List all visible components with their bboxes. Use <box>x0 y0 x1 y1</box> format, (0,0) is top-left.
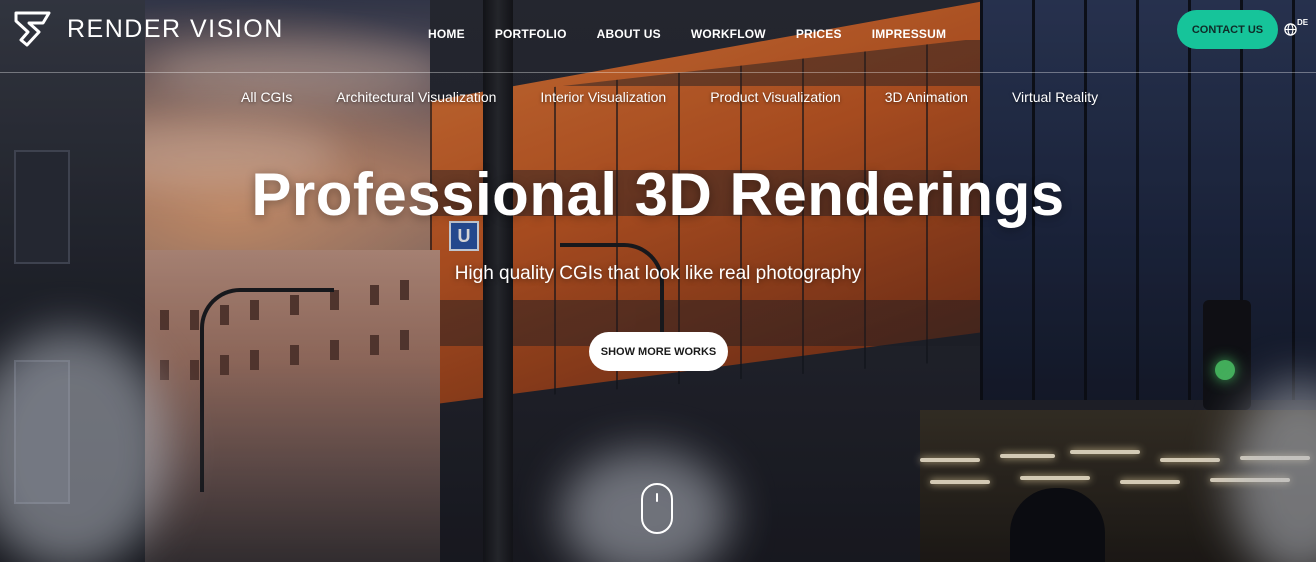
category-nav: All CGIs Architectural Visualization Int… <box>241 89 1142 105</box>
render-vision-logo-icon <box>14 11 51 47</box>
top-bar: RENDER VISION HOME PORTFOLIO ABOUT US WO… <box>0 0 1316 73</box>
brand-name: RENDER VISION <box>67 14 284 43</box>
category-interior-visualization[interactable]: Interior Visualization <box>540 89 666 105</box>
language-switcher[interactable]: DE <box>1284 18 1308 36</box>
hero-subtitle: High quality CGIs that look like real ph… <box>454 263 862 284</box>
mouse-scroll-icon[interactable] <box>641 483 673 534</box>
brand-logo[interactable]: RENDER VISION <box>13 10 284 48</box>
show-more-works-button[interactable]: SHOW MORE WORKS <box>589 332 728 371</box>
category-virtual-reality[interactable]: Virtual Reality <box>1012 89 1098 105</box>
globe-icon <box>1284 23 1297 36</box>
category-all-cgis[interactable]: All CGIs <box>241 89 292 105</box>
nav-home[interactable]: HOME <box>428 27 465 41</box>
category-3d-animation[interactable]: 3D Animation <box>885 89 968 105</box>
category-architectural-visualization[interactable]: Architectural Visualization <box>336 89 496 105</box>
nav-portfolio[interactable]: PORTFOLIO <box>495 27 567 41</box>
nav-about-us[interactable]: ABOUT US <box>597 27 661 41</box>
contact-us-button[interactable]: CONTACT US <box>1177 10 1278 49</box>
category-product-visualization[interactable]: Product Visualization <box>710 89 840 105</box>
main-nav: HOME PORTFOLIO ABOUT US WORKFLOW PRICES … <box>428 27 976 41</box>
nav-workflow[interactable]: WORKFLOW <box>691 27 766 41</box>
language-label: DE <box>1297 18 1309 27</box>
nav-prices[interactable]: PRICES <box>796 27 842 41</box>
hero-title: Professional 3D Renderings <box>251 161 1065 228</box>
nav-impressum[interactable]: IMPRESSUM <box>872 27 946 41</box>
